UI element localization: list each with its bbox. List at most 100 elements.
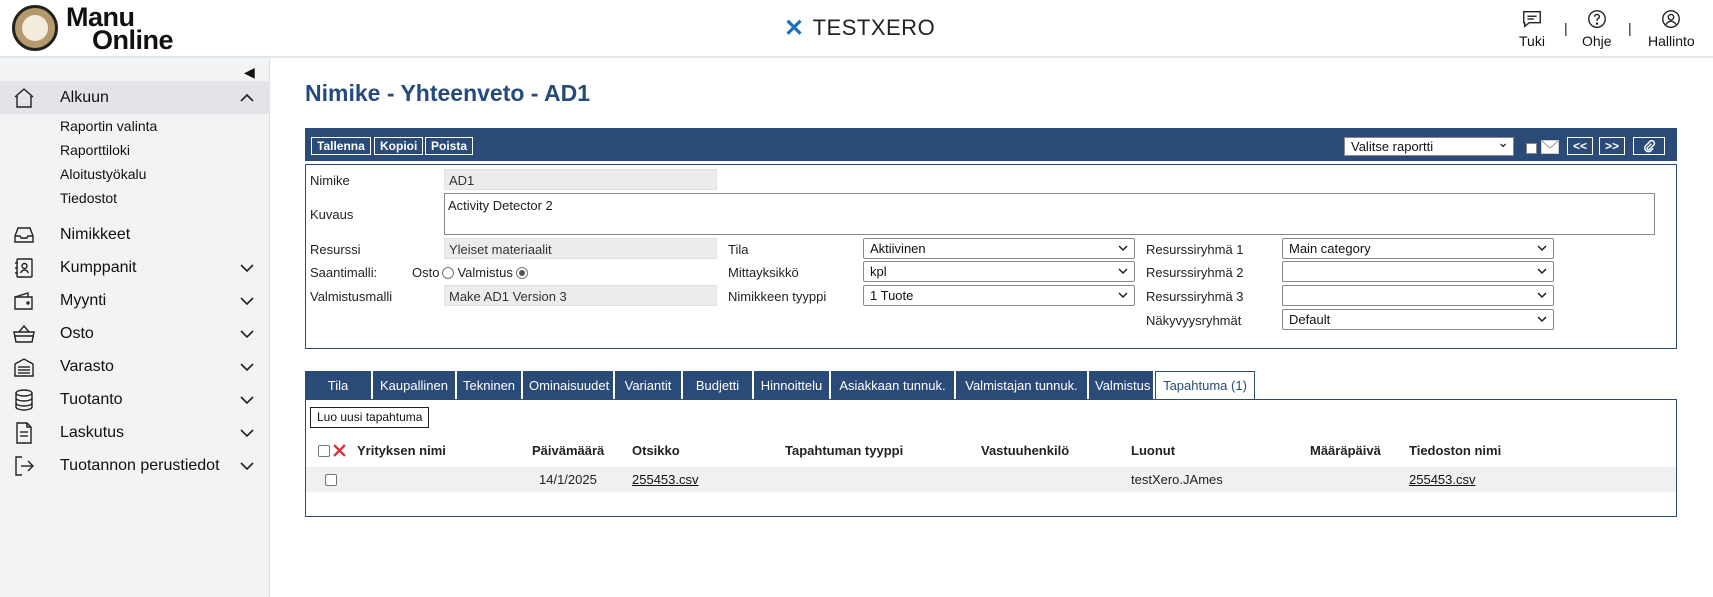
sidebar-item-label: Kumppanit [60,258,137,276]
chevron-down-icon[interactable] [238,325,256,343]
unit-value: kpl [870,264,887,279]
sidebar-item-tuotannon-perustiedot[interactable]: Tuotannon perustiedot [0,449,270,482]
chevron-down-icon[interactable] [238,292,256,310]
column-responsible[interactable]: Vastuuhenkilö [981,443,1069,458]
column-event-type[interactable]: Tapahtuman tyyppi [785,443,903,458]
tab-tapahtuma[interactable]: Tapahtuma (1) [1155,371,1255,400]
tab-kaupallinen[interactable]: Kaupallinen [373,371,457,400]
sidebar-item-nimikkeet[interactable]: Nimikkeet [0,218,270,251]
tab-variantit[interactable]: Variantit [615,371,683,400]
resource-group-1-label: Resurssiryhmä 1 [1146,242,1244,257]
sidebar-item-tuotanto[interactable]: Tuotanto [0,383,270,416]
column-title[interactable]: Otsikko [632,443,680,458]
tab-ominaisuudet[interactable]: Ominaisuudet [523,371,615,400]
tab-asiakkaan-tunnuk[interactable]: Asiakkaan tunnuk. [831,371,956,400]
chevron-down-icon [1537,316,1547,323]
chevron-down-icon[interactable] [238,259,256,277]
cell-file-link[interactable]: 255453.csv [1409,472,1476,487]
chevron-down-icon[interactable] [238,358,256,376]
table-row[interactable]: 14/1/2025 255453.csv testXero.JAmes 2554… [306,467,1676,492]
sidebar-item-label: Nimikkeet [60,225,131,243]
sidebar-item-label: Alkuun [60,88,109,106]
resource-label: Resurssi [310,242,361,257]
column-due-date[interactable]: Määräpäivä [1310,443,1381,458]
resource-group-1-select[interactable]: Main category [1282,238,1554,259]
purchase-option-label: Osto [412,265,440,280]
column-date[interactable]: Päivämäärä [532,443,604,458]
sidebar-item-label: Tuotannon perustiedot [60,456,220,474]
column-file-name[interactable]: Tiedoston nimi [1409,443,1501,458]
sidebar-subitem-files[interactable]: Tiedostot [60,190,117,206]
sidebar-item-alkuun[interactable]: Alkuun [0,81,270,114]
cell-title-link[interactable]: 255453.csv [632,472,699,487]
manu-online-logo[interactable]: Manu Online [12,4,202,55]
document-icon [16,421,32,444]
next-button[interactable]: >> [1599,137,1626,155]
logo-emblem-icon [12,5,58,51]
attach-button[interactable] [1633,137,1665,155]
tab-valmistus[interactable]: Valmistus [1089,371,1155,400]
sidebar-item-label: Tuotanto [60,390,123,408]
manufacture-option-label: Valmistus [457,265,513,280]
chevron-down-icon[interactable] [238,391,256,409]
visibility-groups-select[interactable]: Default [1282,309,1554,330]
sidebar-item-osto[interactable]: Osto [0,317,270,350]
sidebar: ◀ Alkuun Raportin valinta Raporttiloki A… [0,58,270,597]
resource-group-2-select[interactable] [1282,261,1554,282]
mfg-model-field: Make AD1 Version 3 [444,285,717,306]
sidebar-item-kumppanit[interactable]: Kumppanit [0,251,270,284]
warehouse-icon [14,357,34,377]
column-created-by[interactable]: Luonut [1131,443,1175,458]
sidebar-subitem-start-tool[interactable]: Aloitustyökalu [60,166,146,182]
chevron-down-icon[interactable] [238,457,256,475]
xero-x-icon: ✕ [784,14,805,42]
new-event-button[interactable]: Luo uusi tapahtuma [310,407,430,428]
support-link[interactable]: Tuki [1519,8,1545,49]
basket-icon [13,324,35,343]
chevron-down-icon [1118,292,1128,299]
toolbar: Tallenna Kopioi Poista Valitse raportti … [305,128,1677,161]
wallet-icon [14,291,33,310]
tab-tila[interactable]: Tila [305,371,373,400]
copy-button[interactable]: Kopioi [374,137,424,155]
column-company[interactable]: Yrityksen nimi [357,443,446,458]
sidebar-item-myynti[interactable]: Myynti [0,284,270,317]
report-select[interactable]: Valitse raportti [1344,134,1514,156]
state-label: Tila [728,242,749,257]
item-type-select[interactable]: 1 Tuote [863,285,1135,306]
mail-icon[interactable] [1541,140,1559,154]
delete-button[interactable]: Poista [425,137,474,155]
chevron-left-icon[interactable]: ◀ [244,64,255,81]
main-content: Nimike - Yhteenveto - AD1 Tallenna Kopio… [271,58,1713,597]
support-label: Tuki [1519,33,1545,49]
sidebar-item-laskutus[interactable]: Laskutus [0,416,270,449]
report-checkbox[interactable] [1526,143,1537,154]
tab-hinnoittelu[interactable]: Hinnoittelu [754,371,831,400]
sidebar-subitem-report-log[interactable]: Raporttiloki [60,142,130,158]
save-button[interactable]: Tallenna [311,137,371,155]
state-select[interactable]: Aktiivinen [863,238,1135,259]
prev-button[interactable]: << [1567,137,1594,155]
tab-budjetti[interactable]: Budjetti [683,371,754,400]
tab-tekninen[interactable]: Tekninen [457,371,523,400]
chevron-down-icon[interactable] [238,424,256,442]
unit-select[interactable]: kpl [863,261,1135,282]
sidebar-subitem-report-select[interactable]: Raportin valinta [60,118,157,134]
sidebar-item-varasto[interactable]: Varasto [0,350,270,383]
row-checkbox[interactable] [325,474,337,486]
manufacture-radio[interactable] [515,267,528,279]
admin-link[interactable]: Hallinto [1648,8,1695,49]
separator: | [1564,20,1568,36]
tab-valmistajan-tunnuk[interactable]: Valmistajan tunnuk. [956,371,1089,400]
item-field: AD1 [444,169,717,190]
item-form: Nimike AD1 Kuvaus Activity Detector 2 Re… [305,164,1677,349]
chevron-up-icon[interactable] [238,89,256,107]
resource-group-3-select[interactable] [1282,285,1554,306]
chevron-down-icon [1537,292,1547,299]
delete-x-icon[interactable] [333,444,346,457]
purchase-radio[interactable] [442,267,455,279]
description-field[interactable]: Activity Detector 2 [444,193,1655,235]
help-link[interactable]: Ohje [1582,8,1612,49]
logo-line2: Online [92,25,174,55]
select-all-checkbox[interactable] [318,445,330,457]
